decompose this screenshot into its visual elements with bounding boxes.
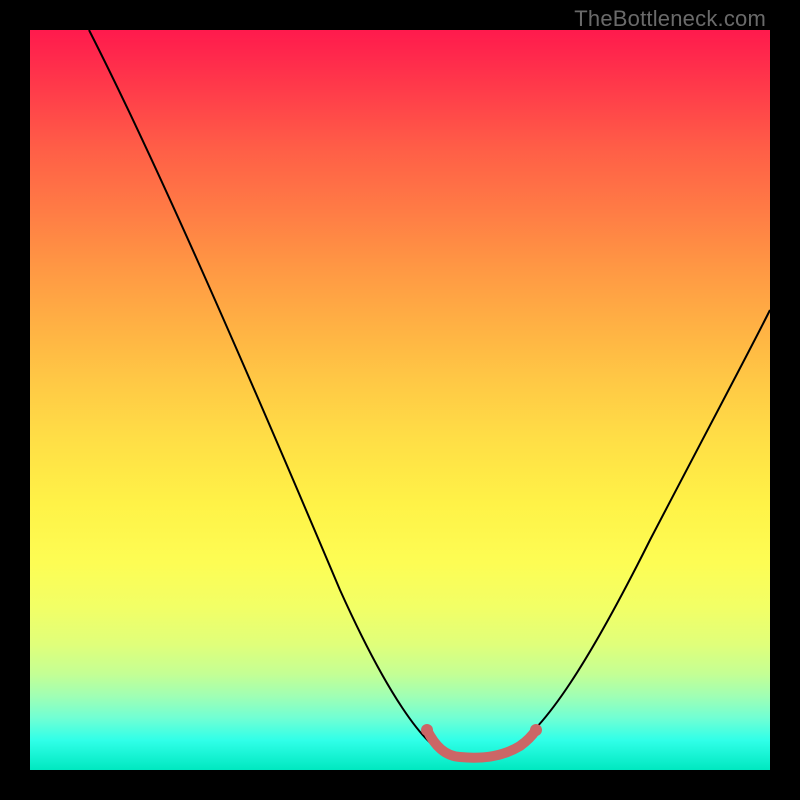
highlight-segment	[427, 730, 536, 758]
watermark-text: TheBottleneck.com	[574, 6, 766, 32]
chart-svg	[30, 30, 770, 770]
chart-frame: TheBottleneck.com	[0, 0, 800, 800]
bottleneck-curve	[89, 30, 770, 757]
plot-area	[30, 30, 770, 770]
highlight-endpoint-right	[530, 724, 542, 736]
highlight-endpoint-left	[421, 724, 433, 736]
